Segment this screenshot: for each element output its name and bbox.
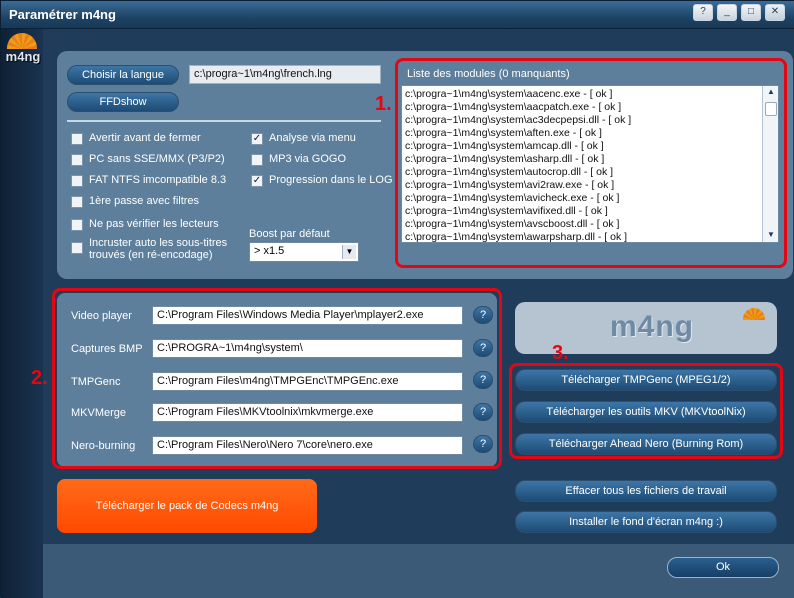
no-sse-mmx-checkbox[interactable]: PC sans SSE/MMX (P3/P2)	[71, 153, 241, 169]
checkbox-label: PC sans SSE/MMX (P3/P2)	[89, 153, 225, 165]
nero-burning-label: Nero-burning	[71, 440, 136, 452]
minimize-button[interactable]: _	[717, 4, 737, 21]
checkbox-box[interactable]	[251, 154, 263, 166]
progress-log-checkbox[interactable]: ✓ Progression dans le LOG	[251, 174, 393, 190]
list-item[interactable]: c:\progra~1\m4ng\system\awarpsharp.dll -…	[405, 231, 627, 242]
modules-header: Liste des modules (0 manquants)	[401, 66, 779, 84]
video-player-field[interactable]: C:\Program Files\Windows Media Player\mp…	[152, 306, 463, 325]
settings-window: Paramétrer m4ng ? _ □ ✕ m4ng Choisir la …	[0, 0, 794, 598]
list-item[interactable]: c:\progra~1\m4ng\system\aften.exe - [ ok…	[405, 127, 602, 140]
list-item[interactable]: c:\progra~1\m4ng\system\aacenc.exe - [ o…	[405, 88, 612, 101]
close-button[interactable]: ✕	[765, 4, 785, 21]
boost-select[interactable]: > x1.5 ▼	[249, 242, 359, 262]
list-item[interactable]: c:\progra~1\m4ng\system\avifixed.dll - […	[405, 205, 608, 218]
list-item[interactable]: c:\progra~1\m4ng\system\autocrop.dll - […	[405, 166, 613, 179]
captures-bmp-label: Captures BMP	[71, 343, 143, 355]
download-mkv-button[interactable]: Télécharger les outils MKV (MKVtoolNix)	[515, 401, 777, 423]
checkbox-box-checked[interactable]: ✓	[251, 133, 263, 145]
first-pass-filters-checkbox[interactable]: 1ère passe avec filtres	[71, 195, 241, 211]
annotation-label-1: 1.	[375, 93, 392, 115]
checkbox-label: Avertir avant de fermer	[89, 132, 201, 144]
mp3-gogo-checkbox[interactable]: MP3 via GOGO	[251, 153, 391, 169]
nero-burning-help-button[interactable]: ?	[473, 435, 493, 453]
title-bar: Paramétrer m4ng ? _ □ ✕	[1, 1, 794, 29]
annotation-label-3: 3.	[552, 342, 569, 364]
list-item[interactable]: c:\progra~1\m4ng\system\avicheck.exe - […	[405, 192, 619, 205]
choose-language-button[interactable]: Choisir la langue	[67, 65, 179, 85]
mkvmerge-help-button[interactable]: ?	[473, 403, 493, 421]
list-item[interactable]: c:\progra~1\m4ng\system\asharp.dll - [ o…	[405, 153, 604, 166]
video-player-help-button[interactable]: ?	[473, 306, 493, 324]
download-nero-button[interactable]: Télécharger Ahead Nero (Burning Rom)	[515, 433, 777, 455]
checkbox-box[interactable]	[71, 175, 83, 187]
logo-watermark: m4ng	[610, 310, 695, 343]
chevron-down-icon[interactable]: ▼	[342, 245, 356, 259]
checkbox-label: Analyse via menu	[269, 132, 356, 144]
scrollbar-thumb[interactable]	[765, 102, 777, 116]
help-window-button[interactable]: ?	[693, 4, 713, 21]
sidebar: m4ng	[1, 29, 43, 598]
umbrella-icon	[7, 33, 37, 49]
app-logo: m4ng	[5, 33, 41, 79]
tmpgenc-label: TMPGenc	[71, 376, 121, 388]
video-player-label: Video player	[71, 310, 132, 322]
checkbox-box[interactable]	[71, 154, 83, 166]
checkbox-label: 1ère passe avec filtres	[89, 195, 200, 207]
checkbox-label: MP3 via GOGO	[269, 153, 347, 165]
scroll-up-icon[interactable]: ▲	[763, 86, 778, 98]
annotation-label-2: 2.	[31, 367, 48, 389]
ffdshow-button[interactable]: FFDshow	[67, 92, 179, 112]
captures-bmp-field[interactable]: C:\PROGRA~1\m4ng\system\	[152, 339, 463, 358]
checkbox-label: Ne pas vérifier les lecteurs	[89, 218, 219, 230]
checkbox-box-checked[interactable]: ✓	[251, 175, 263, 187]
mkvmerge-field[interactable]: C:\Program Files\MKVtoolnix\mkvmerge.exe	[152, 403, 463, 422]
checkbox-box[interactable]	[71, 133, 83, 145]
scroll-down-icon[interactable]: ▼	[763, 229, 778, 241]
umbrella-icon	[743, 308, 765, 320]
list-item[interactable]: c:\progra~1\m4ng\system\avscboost.dll - …	[405, 218, 619, 231]
checkbox-box[interactable]	[71, 196, 83, 208]
download-codec-pack-button[interactable]: Télécharger le pack de Codecs m4ng	[57, 479, 317, 533]
fat-ntfs-checkbox[interactable]: FAT NTFS imcompatible 8.3	[71, 174, 241, 190]
checkbox-box[interactable]	[71, 219, 83, 231]
auto-subtitles-checkbox[interactable]: Incruster auto les sous-titres trouvés (…	[71, 237, 241, 265]
list-item[interactable]: c:\progra~1\m4ng\system\aacpatch.exe - […	[405, 101, 621, 114]
list-item[interactable]: c:\progra~1\m4ng\system\avi2raw.exe - [ …	[405, 179, 614, 192]
checkbox-label: Progression dans le LOG	[269, 174, 393, 186]
language-path-field[interactable]: c:\progra~1\m4ng\french.lng	[189, 65, 381, 84]
window-title: Paramétrer m4ng	[9, 7, 116, 22]
maximize-button[interactable]: □	[741, 4, 761, 21]
tmpgenc-field[interactable]: C:\Program Files\m4ng\TMPGEnc\TMPGEnc.ex…	[152, 372, 463, 391]
logo-text: m4ng	[5, 49, 41, 64]
boost-value: > x1.5	[254, 245, 285, 257]
modules-list[interactable]: c:\progra~1\m4ng\system\aacenc.exe - [ o…	[401, 85, 779, 243]
skip-drive-check-checkbox[interactable]: Ne pas vérifier les lecteurs	[71, 218, 241, 234]
checkbox-label: FAT NTFS imcompatible 8.3	[89, 174, 227, 186]
install-wallpaper-button[interactable]: Installer le fond d'écran m4ng :)	[515, 511, 777, 533]
clear-work-files-button[interactable]: Effacer tous les fichiers de travail	[515, 480, 777, 502]
list-item[interactable]: c:\progra~1\m4ng\system\ac3decpepsi.dll …	[405, 114, 631, 127]
ok-button[interactable]: Ok	[667, 557, 779, 578]
analyse-menu-checkbox[interactable]: ✓ Analyse via menu	[251, 132, 391, 148]
captures-bmp-help-button[interactable]: ?	[473, 339, 493, 357]
boost-label: Boost par défaut	[249, 228, 330, 240]
list-item[interactable]: c:\progra~1\m4ng\system\amcap.dll - [ ok…	[405, 140, 604, 153]
separator	[67, 120, 381, 122]
mkvmerge-label: MKVMerge	[71, 407, 127, 419]
checkbox-label-line2: trouvés (en ré-encodage)	[89, 249, 213, 261]
tmpgenc-help-button[interactable]: ?	[473, 371, 493, 389]
modules-scrollbar[interactable]: ▲ ▼	[762, 86, 778, 242]
warn-before-close-checkbox[interactable]: Avertir avant de fermer	[71, 132, 241, 148]
checkbox-box[interactable]	[71, 242, 83, 254]
nero-burning-field[interactable]: C:\Program Files\Nero\Nero 7\core\nero.e…	[152, 436, 463, 455]
download-tmpgenc-button[interactable]: Télécharger TMPGenc (MPEG1/2)	[515, 369, 777, 391]
